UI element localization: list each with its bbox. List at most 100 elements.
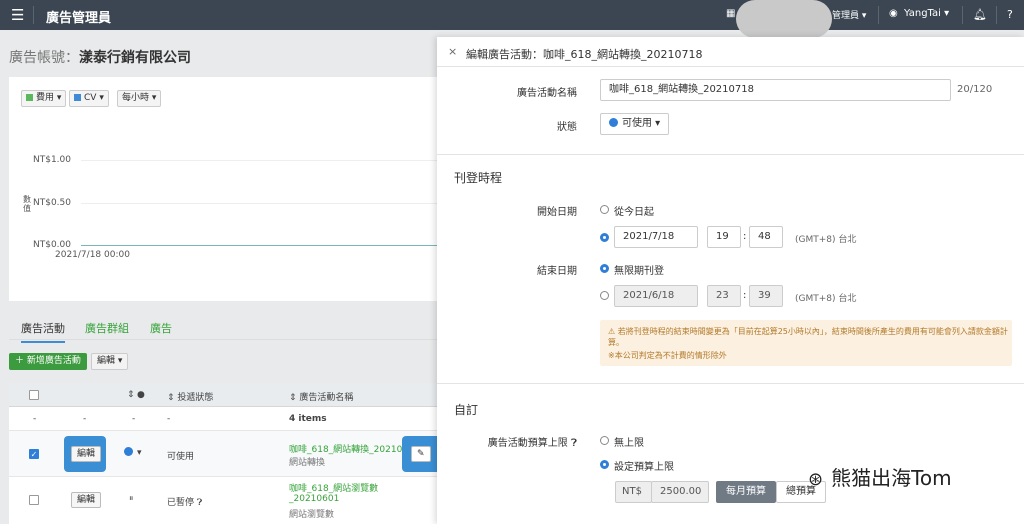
end-hour-input[interactable]: 23 — [707, 285, 741, 307]
currency-label: NT$ — [615, 481, 652, 503]
gridline — [81, 160, 437, 161]
app-title: 廣告管理員 — [46, 11, 112, 26]
status-toggle[interactable]: ▾ — [124, 447, 142, 458]
y-axis-label: 數值 — [23, 195, 31, 213]
sort-icon[interactable]: ⇕ — [127, 390, 135, 400]
budget-amount-input[interactable]: 2500.00 — [651, 481, 709, 503]
tab-campaign[interactable]: 廣告活動 — [21, 320, 65, 343]
divider — [437, 383, 1024, 384]
header-status-icon: ● — [137, 390, 145, 400]
tab-ad[interactable]: 廣告 — [150, 320, 172, 336]
start-from-today-radio[interactable] — [600, 205, 609, 214]
panel-title: 編輯廣告活動：咖啡_618_網站轉換_20210718 — [466, 48, 703, 61]
row-edit-button[interactable]: 編輯 — [71, 446, 102, 462]
gridline — [81, 203, 437, 204]
monthly-budget-button[interactable]: 每月預算 — [716, 481, 776, 503]
campaign-table: ⇕ ● ⇕ 投遞狀態 ⇕ 廣告活動名稱 - - - - 4 items ✓ 編輯… — [9, 383, 444, 524]
status-dropdown[interactable]: 可使用 ▾ — [600, 113, 670, 135]
summary-row: - - - - 4 items — [9, 407, 437, 431]
no-cap-radio[interactable] — [600, 436, 609, 445]
campaign-name-label: 廣告活動名稱 — [517, 88, 577, 99]
header-delivery[interactable]: ⇕ 投遞狀態 — [167, 390, 213, 403]
hamburger-icon[interactable]: ☰ — [11, 6, 24, 24]
end-minute-input[interactable]: 39 — [749, 285, 783, 307]
no-cap-label: 無上限 — [614, 438, 644, 449]
start-minute-input[interactable]: 48 — [749, 226, 783, 248]
divider — [962, 6, 963, 24]
campaign-name-link-cont[interactable]: _20210601 — [289, 494, 339, 504]
item-count: 4 items — [289, 414, 327, 424]
divider — [878, 6, 879, 24]
campaign-name-link[interactable]: 咖啡_618_網站轉換_20210718 — [289, 442, 420, 455]
performance-chart: 費用 ▾ CV ▾ 每小時 ▾ 數值 NT$1.00 NT$0.50 NT$0.… — [9, 77, 437, 301]
series-line — [81, 245, 437, 246]
start-date-label: 開始日期 — [537, 207, 577, 218]
table-row: 編輯 ⏸ 已暫停 ❓︎ 咖啡_618_網站瀏覽數 _20210601 網站瀏覽數 — [9, 477, 437, 524]
watermark: ⊛ 熊猫出海Tom — [808, 466, 952, 490]
end-unlimited-label: 無限期刊登 — [614, 266, 664, 277]
user-icon: ◉ — [889, 8, 898, 19]
start-hour-input[interactable]: 19 — [707, 226, 741, 248]
help-icon[interactable]: ❓︎ — [571, 438, 577, 449]
start-date-input[interactable]: 2021/7/18 — [614, 226, 698, 248]
timezone-label: (GMT+8) 台北 — [795, 235, 857, 245]
campaign-name-input[interactable]: 咖啡_618_網站轉換_20210718 — [600, 79, 951, 101]
close-icon[interactable]: × — [448, 45, 457, 58]
divider — [996, 6, 997, 24]
end-unlimited-radio[interactable] — [600, 264, 609, 273]
end-date-input[interactable]: 2021/6/18 — [614, 285, 698, 307]
end-date-label: 結束日期 — [537, 266, 577, 277]
row-edit-button[interactable]: 編輯 — [71, 492, 102, 508]
status-dot-icon — [609, 118, 618, 127]
custom-section-title: 自訂 — [454, 403, 479, 417]
tab-ad-group[interactable]: 廣告群組 — [85, 320, 129, 336]
legend-swatch-cost — [26, 94, 33, 101]
divider — [437, 154, 1024, 155]
bell-icon[interactable]: 🔔︎ — [973, 8, 987, 21]
wechat-icon: ⊛ — [808, 469, 824, 490]
schedule-section-title: 刊登時程 — [454, 171, 503, 185]
campaign-name-link[interactable]: 咖啡_618_網站瀏覽數 — [289, 481, 378, 494]
help-icon[interactable]: ❓︎ — [197, 498, 202, 508]
metric-dropdown-cv[interactable]: CV ▾ — [69, 90, 109, 107]
campaign-objective: 網站瀏覽數 — [289, 510, 335, 520]
header-campaign-name[interactable]: ⇕ 廣告活動名稱 — [289, 390, 353, 403]
account-header: 廣告帳號：漾泰行銷有限公司 — [9, 47, 191, 67]
metric-dropdown-cost[interactable]: 費用 ▾ — [21, 90, 67, 107]
edit-dropdown-button[interactable]: 編輯 ▾ — [91, 353, 129, 370]
delivery-status: 可使用 — [167, 452, 195, 462]
time-colon: : — [743, 290, 747, 301]
time-colon: : — [743, 231, 747, 242]
user-menu[interactable]: YangTai ▾ — [904, 8, 949, 19]
interval-dropdown[interactable]: 每小時 ▾ — [117, 90, 162, 107]
row-checkbox[interactable]: ✓ — [29, 449, 39, 459]
row-checkbox[interactable] — [29, 495, 39, 505]
start-from-today-label: 從今日起 — [614, 207, 654, 218]
blurred-region — [736, 0, 832, 38]
paused-icon[interactable]: ⏸ — [129, 494, 134, 504]
top-bar: ☰ 廣告管理員 ▦ 管理員 ▾ ◉ YangTai ▾ 🔔︎ ? — [0, 0, 1024, 38]
status-label: 狀態 — [557, 122, 577, 133]
account-name: 漾泰行銷有限公司 — [79, 50, 191, 66]
pencil-icon[interactable]: ✎ — [411, 446, 431, 462]
warning-text: ⚠ 若將刊登時程的結束時間變更為「目前在起算25小時以內」，結束時間後所產生的費… — [608, 327, 1008, 347]
warning-icon: ⚠ — [608, 327, 616, 336]
table-header: ⇕ ● ⇕ 投遞狀態 ⇕ 廣告活動名稱 — [9, 383, 437, 407]
new-campaign-button[interactable]: ＋ 新增廣告活動 — [9, 353, 87, 370]
start-custom-radio[interactable] — [600, 233, 609, 242]
budget-cap-label: 廣告活動預算上限 ❓︎ — [487, 438, 577, 449]
divider — [33, 6, 34, 24]
y-tick-label: NT$0.50 — [33, 198, 71, 208]
end-custom-radio[interactable] — [600, 291, 609, 300]
status-dot-icon — [124, 447, 133, 456]
campaign-objective: 網站轉換 — [289, 458, 326, 468]
role-menu[interactable]: 管理員 ▾ — [832, 8, 866, 21]
select-all-checkbox[interactable] — [29, 390, 39, 400]
help-icon[interactable]: ? — [1007, 8, 1013, 21]
set-cap-radio[interactable] — [600, 460, 609, 469]
y-tick-label: NT$0.00 — [33, 240, 71, 250]
left-page: 廣告帳號：漾泰行銷有限公司 費用 ▾ CV ▾ 每小時 ▾ 數值 NT$1.00… — [0, 30, 444, 524]
edit-campaign-panel: × 編輯廣告活動：咖啡_618_網站轉換_20210718 廣告活動名稱 咖啡_… — [437, 37, 1024, 524]
legend-swatch-cv — [74, 94, 81, 101]
set-cap-label: 設定預算上限 — [614, 462, 674, 473]
